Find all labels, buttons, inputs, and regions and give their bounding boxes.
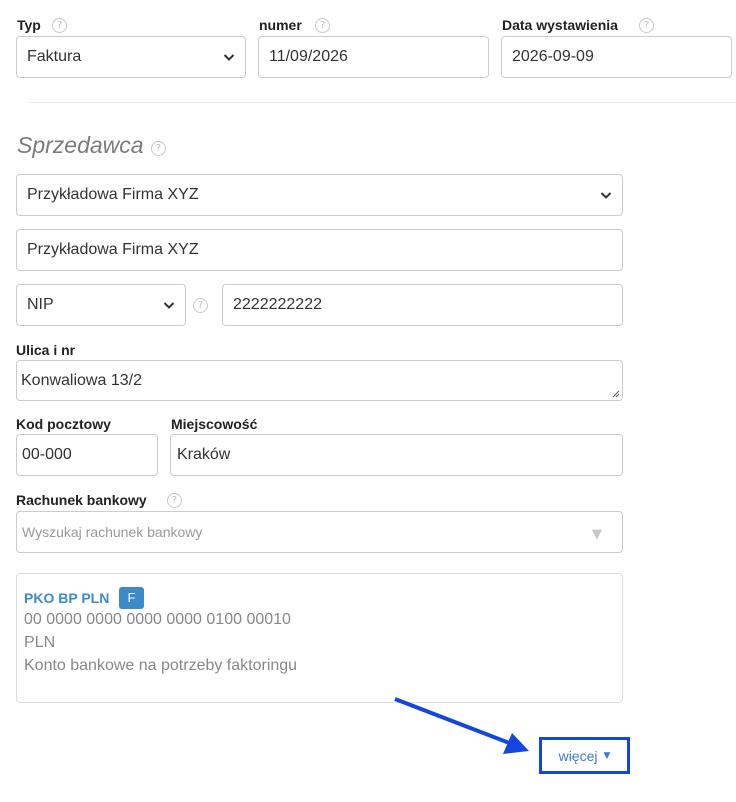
annotation-arrow	[394, 697, 529, 754]
more-button-label: więcej	[558, 747, 598, 764]
caret-down-icon: ▼	[603, 750, 611, 761]
more-button[interactable]: więcej ▼	[539, 737, 630, 774]
